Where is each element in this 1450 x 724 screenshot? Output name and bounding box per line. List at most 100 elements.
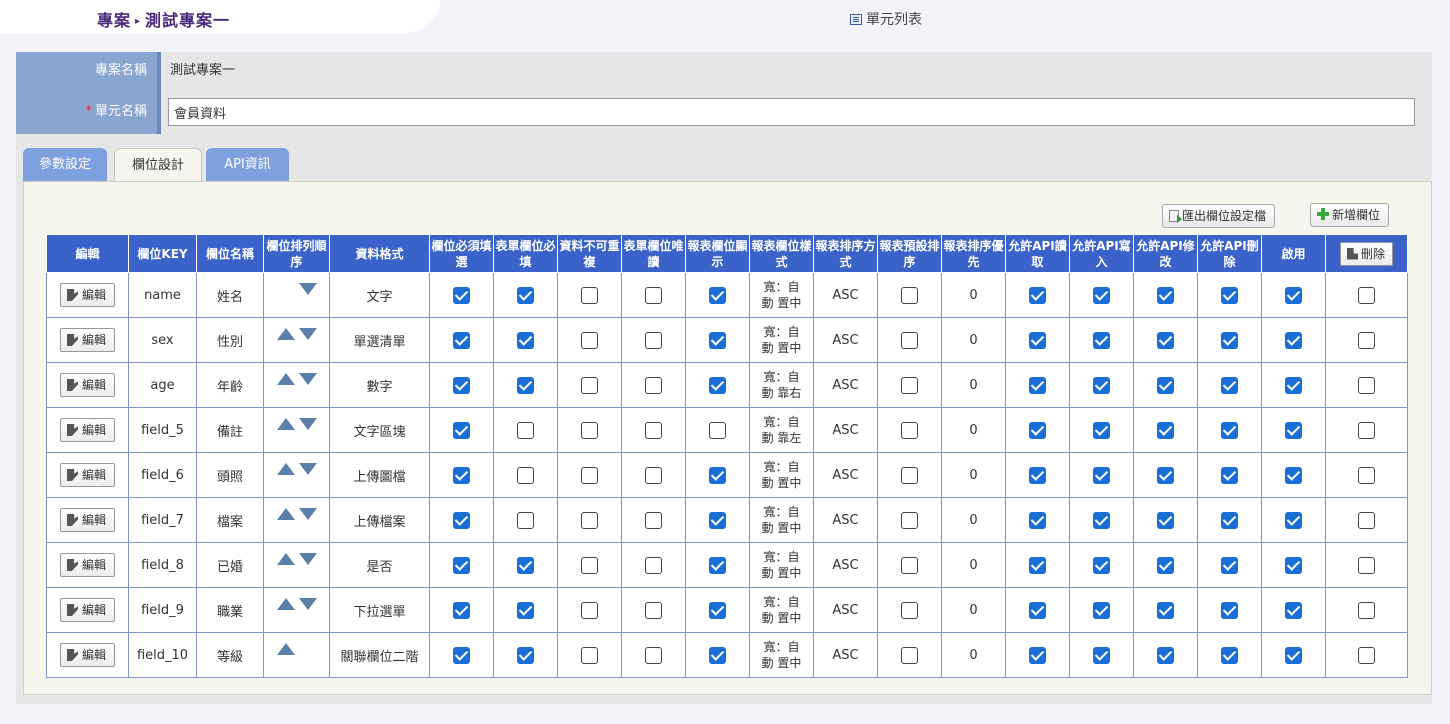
enabled-checkbox[interactable] [1285, 466, 1302, 484]
api-read-checkbox[interactable] [1029, 331, 1046, 349]
default-sort-checkbox[interactable] [901, 331, 918, 349]
move-down-icon[interactable] [298, 508, 317, 520]
api-update-checkbox[interactable] [1157, 556, 1174, 574]
export-settings-button[interactable]: 匯出欄位設定檔 [1162, 204, 1276, 228]
move-up-icon[interactable] [276, 553, 295, 565]
delete-checkbox[interactable] [1358, 646, 1375, 664]
form-readonly-checkbox[interactable] [645, 646, 662, 664]
unique-checkbox[interactable] [581, 376, 598, 394]
required-select-checkbox[interactable] [453, 601, 470, 619]
api-delete-checkbox[interactable] [1221, 331, 1238, 349]
default-sort-checkbox[interactable] [901, 556, 918, 574]
form-readonly-checkbox[interactable] [645, 331, 662, 349]
api-write-checkbox[interactable] [1093, 466, 1110, 484]
form-required-checkbox[interactable] [517, 601, 534, 619]
enabled-checkbox[interactable] [1285, 421, 1302, 439]
move-down-icon[interactable] [298, 463, 317, 475]
api-write-checkbox[interactable] [1093, 601, 1110, 619]
delete-button[interactable]: 刪除 [1339, 241, 1393, 266]
api-read-checkbox[interactable] [1029, 421, 1046, 439]
report-display-checkbox[interactable] [709, 331, 726, 349]
edit-button[interactable]: 編輯 [59, 598, 115, 622]
report-display-checkbox[interactable] [709, 556, 726, 574]
edit-button[interactable]: 編輯 [59, 553, 115, 577]
api-update-checkbox[interactable] [1157, 646, 1174, 664]
tab-parameter-settings[interactable]: 參數設定 [23, 148, 107, 181]
report-display-checkbox[interactable] [709, 646, 726, 664]
unique-checkbox[interactable] [581, 556, 598, 574]
move-up-icon[interactable] [276, 373, 295, 385]
move-down-icon[interactable] [298, 373, 317, 385]
required-select-checkbox[interactable] [453, 511, 470, 529]
delete-checkbox[interactable] [1358, 601, 1375, 619]
breadcrumb-section[interactable]: 專案 [97, 11, 131, 30]
api-update-checkbox[interactable] [1157, 601, 1174, 619]
enabled-checkbox[interactable] [1285, 331, 1302, 349]
delete-checkbox[interactable] [1358, 331, 1375, 349]
api-read-checkbox[interactable] [1029, 466, 1046, 484]
unique-checkbox[interactable] [581, 601, 598, 619]
form-required-checkbox[interactable] [517, 466, 534, 484]
api-update-checkbox[interactable] [1157, 511, 1174, 529]
form-readonly-checkbox[interactable] [645, 511, 662, 529]
breadcrumb-project[interactable]: 測試專案一 [145, 11, 230, 30]
move-up-icon[interactable] [276, 643, 295, 655]
api-write-checkbox[interactable] [1093, 331, 1110, 349]
edit-button[interactable]: 編輯 [59, 643, 115, 667]
unique-checkbox[interactable] [581, 421, 598, 439]
form-required-checkbox[interactable] [517, 556, 534, 574]
api-delete-checkbox[interactable] [1221, 286, 1238, 304]
report-display-checkbox[interactable] [709, 466, 726, 484]
move-down-icon[interactable] [298, 553, 317, 565]
default-sort-checkbox[interactable] [901, 421, 918, 439]
move-up-icon[interactable] [276, 418, 295, 430]
api-delete-checkbox[interactable] [1221, 466, 1238, 484]
unique-checkbox[interactable] [581, 466, 598, 484]
api-write-checkbox[interactable] [1093, 511, 1110, 529]
move-up-icon[interactable] [276, 328, 295, 340]
api-write-checkbox[interactable] [1093, 646, 1110, 664]
required-select-checkbox[interactable] [453, 556, 470, 574]
form-readonly-checkbox[interactable] [645, 286, 662, 304]
delete-checkbox[interactable] [1358, 376, 1375, 394]
api-update-checkbox[interactable] [1157, 421, 1174, 439]
move-down-icon[interactable] [298, 328, 317, 340]
move-down-icon[interactable] [298, 598, 317, 610]
delete-checkbox[interactable] [1358, 466, 1375, 484]
move-up-icon[interactable] [276, 598, 295, 610]
edit-button[interactable]: 編輯 [59, 463, 115, 487]
form-readonly-checkbox[interactable] [645, 466, 662, 484]
api-read-checkbox[interactable] [1029, 646, 1046, 664]
edit-button[interactable]: 編輯 [59, 328, 115, 352]
api-read-checkbox[interactable] [1029, 376, 1046, 394]
move-down-icon[interactable] [298, 418, 317, 430]
delete-checkbox[interactable] [1358, 421, 1375, 439]
required-select-checkbox[interactable] [453, 286, 470, 304]
api-read-checkbox[interactable] [1029, 511, 1046, 529]
form-readonly-checkbox[interactable] [645, 556, 662, 574]
default-sort-checkbox[interactable] [901, 601, 918, 619]
unique-checkbox[interactable] [581, 511, 598, 529]
required-select-checkbox[interactable] [453, 646, 470, 664]
enabled-checkbox[interactable] [1285, 376, 1302, 394]
form-readonly-checkbox[interactable] [645, 421, 662, 439]
unique-checkbox[interactable] [581, 331, 598, 349]
api-delete-checkbox[interactable] [1221, 376, 1238, 394]
enabled-checkbox[interactable] [1285, 556, 1302, 574]
api-delete-checkbox[interactable] [1221, 421, 1238, 439]
default-sort-checkbox[interactable] [901, 286, 918, 304]
default-sort-checkbox[interactable] [901, 466, 918, 484]
required-select-checkbox[interactable] [453, 376, 470, 394]
api-write-checkbox[interactable] [1093, 421, 1110, 439]
api-delete-checkbox[interactable] [1221, 556, 1238, 574]
api-update-checkbox[interactable] [1157, 376, 1174, 394]
api-write-checkbox[interactable] [1093, 286, 1110, 304]
form-readonly-checkbox[interactable] [645, 376, 662, 394]
report-display-checkbox[interactable] [709, 601, 726, 619]
required-select-checkbox[interactable] [453, 466, 470, 484]
enabled-checkbox[interactable] [1285, 286, 1302, 304]
report-display-checkbox[interactable] [709, 511, 726, 529]
form-required-checkbox[interactable] [517, 376, 534, 394]
tab-api-info[interactable]: API資訊 [206, 148, 289, 181]
api-write-checkbox[interactable] [1093, 376, 1110, 394]
